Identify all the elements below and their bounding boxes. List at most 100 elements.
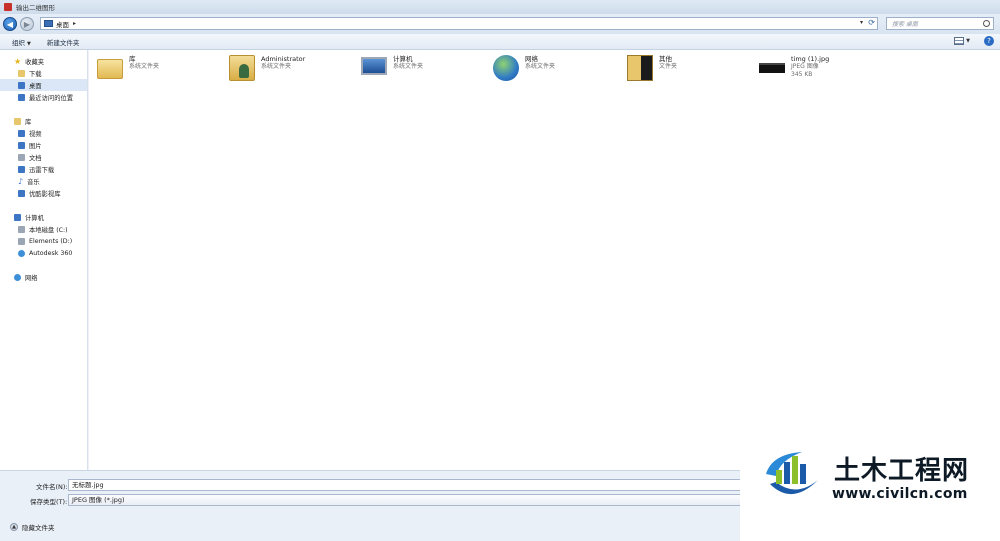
file-type: 系统文件夹	[129, 63, 160, 70]
file-item-computer[interactable]: 计算机 系统文件夹	[361, 55, 491, 85]
file-name: timg (1).jpg	[791, 55, 830, 63]
file-item-libraries[interactable]: 库 系统文件夹	[97, 55, 227, 85]
search-icon[interactable]	[983, 20, 990, 27]
sidebar-item-drive-c[interactable]: 本地磁盘 (C:)	[0, 223, 87, 235]
hide-folders-button[interactable]: ▲ 隐藏文件夹	[10, 522, 55, 532]
watermark-title: 土木工程网	[834, 456, 970, 486]
star-icon: ★	[14, 56, 22, 66]
sidebar-item-youku[interactable]: 优酷影视库	[0, 187, 87, 199]
sidebar-item-favorites[interactable]: ★ 收藏夹	[0, 55, 87, 67]
sidebar-item-drive-d[interactable]: Elements (D:)	[0, 235, 87, 247]
title-bar: 输出二维图形	[0, 0, 1000, 14]
sidebar-item-label: 收藏夹	[25, 58, 45, 66]
file-item-text: 其他 文件夹	[659, 55, 677, 71]
back-button[interactable]: ◀	[3, 17, 17, 31]
sidebar-item-label: 图片	[29, 142, 42, 150]
file-item-text: 计算机 系统文件夹	[393, 55, 423, 71]
computer-icon	[361, 57, 387, 75]
address-location[interactable]: 桌面	[56, 19, 69, 29]
network-icon	[14, 273, 21, 281]
breadcrumb-arrow-icon[interactable]: ▸	[73, 20, 76, 27]
sidebar-item-desktop[interactable]: 桌面	[0, 79, 87, 91]
document-icon	[18, 153, 25, 161]
video-library-icon	[18, 189, 25, 197]
watermark-url: www.civilcn.com	[832, 486, 968, 502]
recent-places-icon	[18, 93, 25, 101]
view-icon	[954, 37, 965, 45]
sidebar-item-label: Autodesk 360	[29, 249, 73, 257]
chevron-down-icon: ▼	[27, 40, 31, 47]
sidebar-item-label: 视频	[29, 130, 42, 138]
address-dropdown-icon[interactable]: ▾	[860, 19, 863, 26]
forward-button[interactable]: ▶	[20, 17, 34, 31]
address-row: ◀ ▶ 桌面 ▸ ▾ ⟳ 搜索 桌面	[0, 14, 1000, 34]
sidebar-item-libraries[interactable]: 库	[0, 115, 87, 127]
file-type: 系统文件夹	[261, 63, 292, 70]
sidebar-item-music[interactable]: ♪ 音乐	[0, 175, 87, 187]
sidebar-item-label: 文档	[29, 154, 42, 162]
cloud-drive-icon	[18, 249, 25, 257]
file-item-text: Administrator 系统文件夹	[261, 55, 305, 71]
sidebar-item-documents[interactable]: 文档	[0, 151, 87, 163]
library-folder-icon	[97, 59, 123, 79]
address-bar[interactable]: 桌面 ▸ ▾ ⟳	[40, 17, 878, 30]
sidebar-item-label: 本地磁盘 (C:)	[29, 226, 68, 234]
sidebar-item-computer[interactable]: 计算机	[0, 211, 87, 223]
hide-folders-label: 隐藏文件夹	[22, 524, 55, 532]
video-icon	[18, 129, 25, 137]
watermark: 土木工程网 www.civilcn.com	[740, 410, 1000, 541]
file-type: JPEG 图像	[791, 63, 819, 70]
file-list: 库 系统文件夹 Administrator 系统文件夹 计算机 系统文件夹 网络…	[89, 50, 1000, 470]
sidebar-item-label: 迅雷下载	[29, 166, 55, 174]
sidebar-item-network[interactable]: 网络	[0, 271, 87, 283]
sidebar-item-autodesk-360[interactable]: Autodesk 360	[0, 247, 87, 259]
filename-label: 文件名(N):	[36, 483, 68, 491]
desktop-icon	[44, 20, 53, 27]
new-folder-button[interactable]: 新建文件夹	[47, 37, 80, 47]
file-item-other[interactable]: 其他 文件夹	[627, 55, 757, 85]
app-icon	[4, 3, 12, 11]
file-item-network[interactable]: 网络 系统文件夹	[493, 55, 623, 85]
file-name: 计算机	[393, 55, 413, 63]
network-globe-icon	[493, 55, 519, 81]
sidebar-item-label: 音乐	[27, 178, 40, 186]
sidebar-item-label: 计算机	[25, 214, 44, 222]
sidebar-item-pictures[interactable]: 图片	[0, 139, 87, 151]
help-icon[interactable]: ?	[984, 36, 994, 46]
navigation-pane: ★ 收藏夹 下载 桌面 最近访问的位置 库 视频 图片 文档 迅雷下载 ♪ 音乐 优…	[0, 50, 88, 470]
sidebar-item-label: 库	[25, 118, 32, 126]
view-button[interactable]: ▼	[954, 37, 970, 45]
download-folder-icon	[18, 69, 25, 77]
user-folder-icon	[229, 55, 255, 81]
file-type: 系统文件夹	[393, 63, 424, 70]
filetype-label: 保存类型(T):	[30, 498, 68, 506]
sidebar-item-downloads[interactable]: 下载	[0, 67, 87, 79]
search-input[interactable]: 搜索 桌面	[886, 17, 994, 30]
sidebar-item-label: 网络	[25, 274, 38, 282]
hard-drive-icon	[18, 225, 25, 233]
sidebar-item-label: 下载	[29, 70, 42, 78]
sidebar-item-thunder-downloads[interactable]: 迅雷下载	[0, 163, 87, 175]
image-thumbnail-icon	[759, 63, 785, 73]
organize-button[interactable]: 组织 ▼	[12, 37, 31, 47]
toolbar-right: ▼ ?	[954, 36, 994, 46]
refresh-icon[interactable]: ⟳	[868, 18, 875, 27]
file-type: 系统文件夹	[525, 63, 556, 70]
computer-icon	[14, 213, 21, 221]
sidebar-item-recent[interactable]: 最近访问的位置	[0, 91, 87, 103]
hard-drive-icon	[18, 237, 25, 245]
file-name: 其他	[659, 55, 672, 63]
file-name: 库	[129, 55, 136, 63]
window-title: 输出二维图形	[16, 4, 55, 12]
file-item-text: 网络 系统文件夹	[525, 55, 555, 71]
file-item-administrator[interactable]: Administrator 系统文件夹	[229, 55, 359, 85]
collapse-icon: ▲	[10, 523, 18, 531]
file-item-text: timg (1).jpg JPEG 图像 345 KB	[791, 55, 829, 79]
file-item-text: 库 系统文件夹	[129, 55, 159, 71]
sidebar-item-videos[interactable]: 视频	[0, 127, 87, 139]
sidebar-item-label: 优酷影视库	[29, 190, 61, 198]
file-item-timg[interactable]: timg (1).jpg JPEG 图像 345 KB	[759, 55, 889, 85]
file-name: 网络	[525, 55, 538, 63]
